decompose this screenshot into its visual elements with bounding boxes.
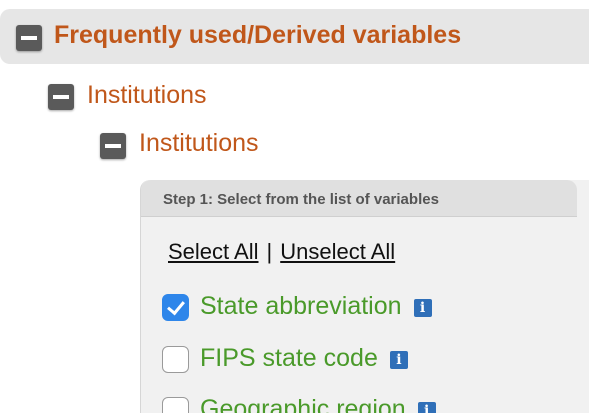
info-icon[interactable]: i bbox=[413, 299, 432, 317]
variable-label[interactable]: Geographic region bbox=[200, 395, 406, 413]
tree-item-institutions[interactable]: Institutions bbox=[87, 81, 207, 110]
step-header: Step 1: Select from the list of variable… bbox=[141, 180, 577, 217]
info-icon[interactable]: i bbox=[389, 351, 408, 369]
collapse-institutions-sub-icon[interactable] bbox=[100, 133, 126, 159]
select-all-link[interactable]: Select All bbox=[168, 239, 259, 264]
page: Frequently used/Derived variables Instit… bbox=[0, 0, 589, 413]
state-abbreviation-checkbox[interactable] bbox=[162, 294, 189, 321]
collapse-institutions-icon[interactable] bbox=[48, 84, 74, 110]
variable-label[interactable]: FIPS state code bbox=[200, 344, 378, 372]
select-links: Select All | Unselect All bbox=[168, 239, 395, 265]
unselect-all-link[interactable]: Unselect All bbox=[280, 239, 395, 264]
info-icon[interactable]: i bbox=[417, 402, 436, 413]
section-title[interactable]: Frequently used/Derived variables bbox=[54, 21, 461, 50]
tree-subitem-institutions[interactable]: Institutions bbox=[139, 129, 259, 158]
fips-state-code-checkbox[interactable] bbox=[162, 346, 189, 373]
step-title: Step 1: Select from the list of variable… bbox=[163, 191, 439, 208]
collapse-section-icon[interactable] bbox=[16, 25, 42, 51]
geographic-region-checkbox[interactable] bbox=[162, 397, 189, 413]
variable-label[interactable]: State abbreviation bbox=[200, 292, 402, 320]
link-separator: | bbox=[266, 239, 273, 264]
